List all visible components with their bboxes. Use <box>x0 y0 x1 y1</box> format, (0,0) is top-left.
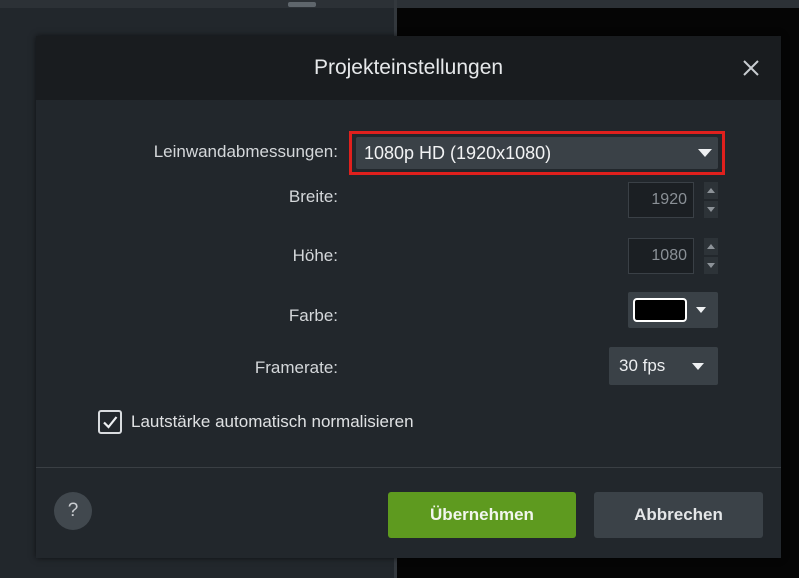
width-field[interactable]: 1920 <box>628 182 694 218</box>
apply-button[interactable]: Übernehmen <box>388 492 576 538</box>
background-scroll-handle <box>288 2 316 7</box>
dialog-titlebar: Projekteinstellungen <box>36 36 781 100</box>
canvas-dimensions-dropdown[interactable]: 1080p HD (1920x1080) <box>356 137 718 169</box>
chevron-down-icon <box>698 149 712 157</box>
framerate-dropdown[interactable]: 30 fps <box>609 347 718 385</box>
width-stepper[interactable] <box>704 182 718 218</box>
canvas-dimensions-value: 1080p HD (1920x1080) <box>364 143 552 163</box>
chevron-down-icon <box>692 363 704 370</box>
color-label: Farbe: <box>288 306 338 325</box>
height-label: Höhe: <box>292 246 338 265</box>
color-picker-button[interactable] <box>628 292 718 328</box>
height-increase-icon[interactable] <box>704 238 718 255</box>
close-icon <box>743 60 759 76</box>
canvas-dimensions-highlight: 1080p HD (1920x1080) <box>349 131 725 175</box>
checkmark-icon <box>103 416 118 429</box>
color-swatch <box>633 298 687 322</box>
footer-divider <box>36 467 781 468</box>
height-field[interactable]: 1080 <box>628 238 694 274</box>
height-stepper[interactable] <box>704 238 718 274</box>
framerate-value: 30 fps <box>619 356 666 375</box>
project-settings-dialog: Projekteinstellungen Leinwandabmessungen… <box>36 36 781 558</box>
chevron-down-icon <box>696 307 706 313</box>
width-decrease-icon[interactable] <box>704 201 718 218</box>
width-increase-icon[interactable] <box>704 182 718 199</box>
dialog-title: Projekteinstellungen <box>313 56 504 79</box>
cancel-button[interactable]: Abbrechen <box>594 492 763 538</box>
height-decrease-icon[interactable] <box>704 257 718 274</box>
background-topbar <box>0 0 799 8</box>
width-label: Breite: <box>288 187 338 206</box>
canvas-dimensions-label: Leinwandabmessungen: <box>153 142 338 161</box>
normalize-volume-label: Lautstärke automatisch normalisieren <box>131 412 414 431</box>
normalize-volume-checkbox[interactable] <box>98 410 122 434</box>
help-button[interactable]: ? <box>54 492 92 530</box>
close-button[interactable] <box>739 56 763 80</box>
framerate-label: Framerate: <box>254 358 338 377</box>
